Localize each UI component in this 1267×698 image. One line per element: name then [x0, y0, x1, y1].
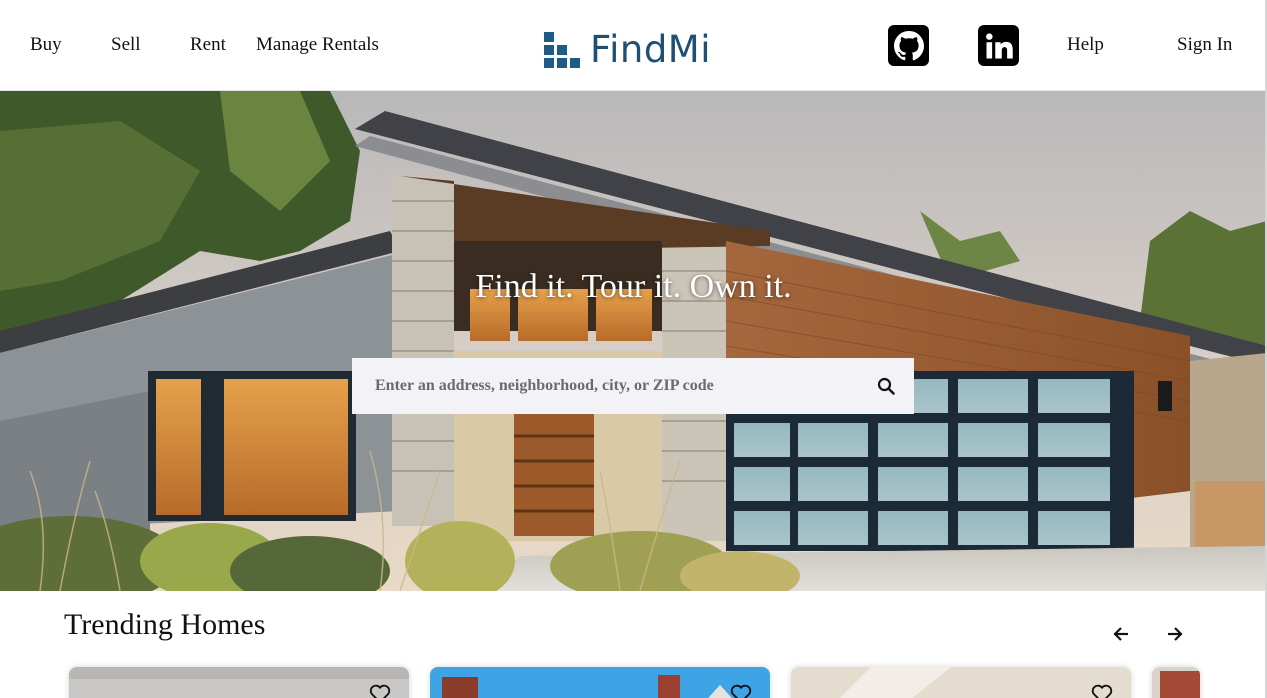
findmi-logo[interactable]: FindMi: [544, 30, 711, 70]
search-input[interactable]: [352, 358, 858, 414]
logo-mark-icon: [544, 32, 580, 68]
nav-help[interactable]: Help: [1067, 33, 1104, 57]
heart-icon[interactable]: [369, 684, 391, 698]
logo-text: FindMi: [590, 28, 712, 71]
heart-icon[interactable]: [1091, 684, 1113, 698]
nav-sell[interactable]: Sell: [111, 33, 141, 57]
home-card[interactable]: [430, 667, 770, 698]
home-card[interactable]: [1152, 667, 1200, 698]
arrow-right-icon: [1168, 627, 1183, 641]
home-card-photo: [1152, 667, 1200, 698]
home-card-photo: [69, 667, 409, 698]
home-card[interactable]: [791, 667, 1131, 698]
trending-homes-title: Trending Homes: [64, 608, 266, 641]
home-card-photo: [791, 667, 1131, 698]
carousel-next-button[interactable]: [1163, 622, 1187, 646]
nav-manage-rentals[interactable]: Manage Rentals: [256, 33, 379, 57]
site-header: Buy Sell Rent Manage Rentals FindMi Help…: [0, 0, 1267, 91]
home-card[interactable]: [69, 667, 409, 698]
nav-sign-in[interactable]: Sign In: [1177, 33, 1232, 57]
carousel-prev-button[interactable]: [1109, 622, 1133, 646]
arrow-left-icon: [1113, 627, 1128, 641]
github-glyph: [893, 30, 924, 60]
hero-title: Find it. Tour it. Own it.: [475, 268, 792, 305]
linkedin-icon[interactable]: [978, 25, 1019, 66]
nav-rent[interactable]: Rent: [190, 33, 226, 57]
search-button[interactable]: [858, 358, 914, 414]
linkedin-glyph: [985, 32, 1013, 58]
home-card-photo: [430, 667, 770, 698]
search-icon: [877, 377, 895, 395]
github-icon[interactable]: [888, 25, 929, 66]
nav-buy[interactable]: Buy: [30, 33, 62, 57]
hero-house-photo: [0, 91, 1267, 591]
hero-banner: Find it. Tour it. Own it.: [0, 91, 1267, 591]
search-bar: [352, 358, 914, 414]
heart-icon[interactable]: [730, 684, 752, 698]
